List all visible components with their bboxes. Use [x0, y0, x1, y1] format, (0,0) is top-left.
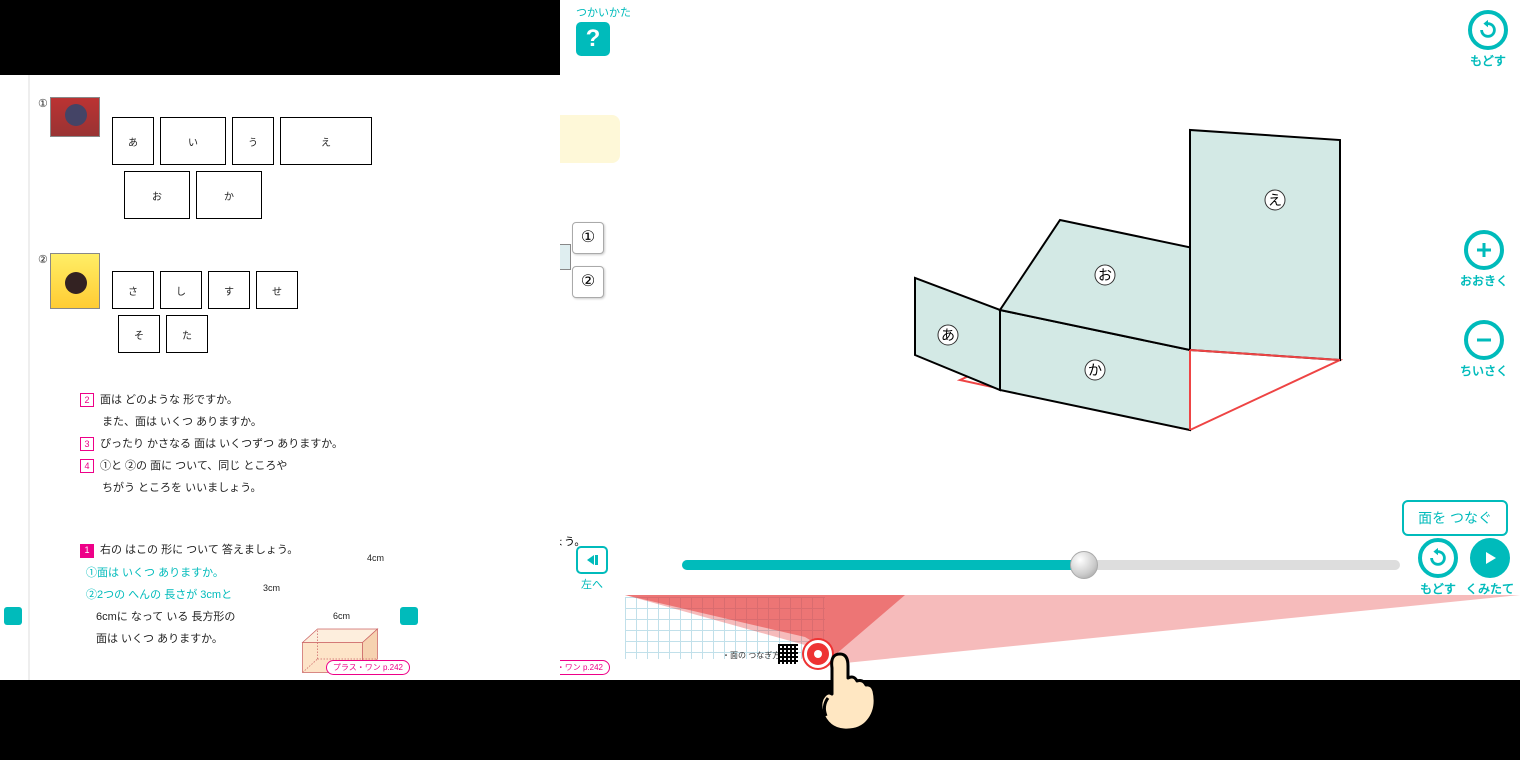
face-e: え — [280, 117, 372, 165]
unfolding-box-diagram[interactable]: あ お か え — [830, 60, 1430, 480]
q2-text-b: また、面は いくつ ありますか。 — [102, 416, 262, 428]
help-label: つかいかた — [576, 4, 631, 20]
slider-knob[interactable] — [1070, 551, 1098, 579]
qr-code[interactable] — [778, 644, 798, 664]
dim-3cm: 3cm — [263, 583, 280, 593]
panel-bottom-controls: 面を つなぐ 左へ もどす くみたて — [562, 490, 1520, 600]
diagram-selector-group: ① ② — [572, 222, 610, 310]
zoom-out-button[interactable]: ちいさく — [1460, 320, 1508, 379]
undo-button[interactable]: もどす — [1468, 10, 1508, 69]
plus-icon — [1464, 230, 1504, 270]
svg-text:え: え — [1268, 194, 1282, 209]
svg-text:か: か — [1088, 363, 1102, 379]
ex-line-2: ②2つの へんの 長さが 3cmと — [86, 589, 232, 601]
svg-text:あ: あ — [941, 328, 955, 344]
q2-text-a: 面は どのような 形ですか。 — [100, 394, 238, 406]
play-button[interactable]: くみたて — [1466, 538, 1514, 597]
face-shi: し — [160, 271, 202, 309]
item-number-1: ① — [38, 97, 48, 110]
face-ka: か — [196, 171, 262, 219]
pencil-icon[interactable] — [4, 607, 22, 625]
zoom-in-button[interactable]: おおきく — [1460, 230, 1508, 289]
dim-4cm: 4cm — [367, 553, 384, 563]
q-badge-3: 3 — [80, 437, 94, 451]
hand-icon[interactable] — [400, 607, 418, 625]
product-box-red — [50, 97, 100, 137]
face-o: お — [124, 171, 190, 219]
dim-6cm: 6cm — [333, 611, 350, 621]
textbook-page-left: ① あ い う え お か ② さ し す せ そ た 2 面は どのような 形で… — [0, 75, 560, 685]
face-se: せ — [256, 271, 298, 309]
face-so: そ — [118, 315, 160, 353]
pointer-hand-icon — [812, 650, 882, 730]
svg-text:お: お — [1098, 268, 1112, 284]
minus-icon — [1464, 320, 1504, 360]
q-badge-4: 4 — [80, 459, 94, 473]
reset-button[interactable]: もどす — [1418, 538, 1458, 597]
left-arrow-icon — [576, 546, 608, 574]
play-icon — [1470, 538, 1510, 578]
face-su: す — [208, 271, 250, 309]
connect-faces-button[interactable]: 面を つなぐ — [1402, 500, 1508, 536]
help-icon: ? — [576, 22, 610, 56]
face-i: い — [160, 117, 226, 165]
top-black-mask — [0, 0, 560, 75]
fold-slider[interactable] — [682, 560, 1400, 570]
face-ta: た — [166, 315, 208, 353]
select-diagram-2[interactable]: ② — [572, 266, 604, 298]
q3-text: ぴったり かさなる 面は いくつずつ ありますか。 — [100, 438, 343, 450]
plus-one-ref: プラス・ワン p.242 — [326, 660, 410, 675]
face-sa: さ — [112, 271, 154, 309]
item-number-2: ② — [38, 253, 48, 266]
q4-text-a: ①と ②の 面に ついて、同じ ところや — [100, 460, 287, 472]
ex-line-3: 6cmに なって いる 長方形の — [96, 611, 235, 623]
ex-badge: 1 — [80, 544, 94, 558]
ex-line-1: ①面は いくつ ありますか。 — [86, 567, 224, 579]
ex-title: 右の はこの 形に ついて 答えましょう。 — [100, 544, 298, 556]
face-a: あ — [112, 117, 154, 165]
bottom-black-mask — [0, 680, 1520, 760]
select-diagram-1[interactable]: ① — [572, 222, 604, 254]
slider-fill — [682, 560, 1084, 570]
undo-icon — [1468, 10, 1508, 50]
q-badge-2: 2 — [80, 393, 94, 407]
caption-text: ・面の つなぎ方 — [722, 650, 780, 661]
product-box-yellow — [50, 253, 100, 309]
nav-left-button[interactable]: 左へ — [576, 546, 608, 592]
reset-icon — [1418, 538, 1458, 578]
q4-text-b: ちがう ところを いいましょう。 — [102, 482, 261, 494]
help-button[interactable]: つかいかた ? — [576, 4, 631, 56]
ex-line-4: 面は いくつ ありますか。 — [96, 633, 223, 645]
face-u: う — [232, 117, 274, 165]
